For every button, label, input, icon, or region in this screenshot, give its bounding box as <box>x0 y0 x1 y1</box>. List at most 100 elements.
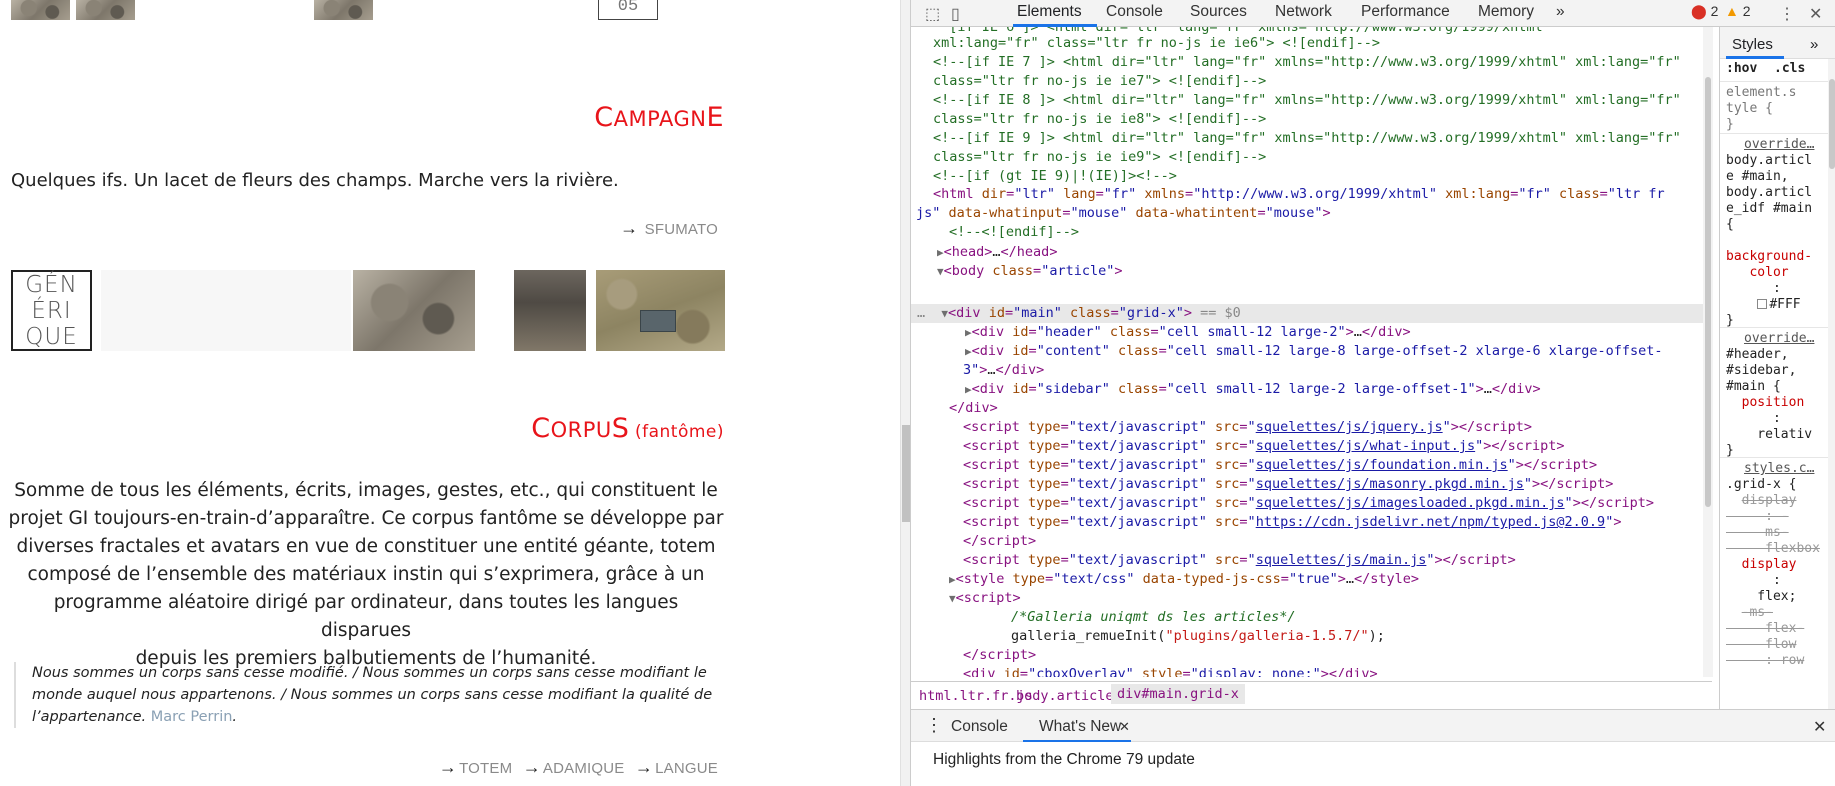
close-icon[interactable]: ✕ <box>1119 719 1130 735</box>
color-swatch[interactable] <box>1757 299 1768 309</box>
dom-line[interactable]: <!--[if IE 9 ]> <html dir="ltr" lang="fr… <box>933 129 1681 148</box>
dom-line[interactable]: js" data-whatinput="mouse" data-whatinte… <box>916 204 1331 223</box>
tab-styles[interactable]: Styles <box>1732 36 1773 53</box>
more-tabs-button[interactable]: » <box>1556 3 1565 21</box>
gallery-thumbnail[interactable] <box>314 0 373 20</box>
cls-toggle[interactable]: .cls <box>1774 61 1805 77</box>
dom-line[interactable]: ▼<body class="article"> <box>937 262 1122 281</box>
gallery-thumbnail[interactable] <box>353 270 475 351</box>
error-icon: ⬤ <box>1691 3 1707 19</box>
breadcrumb-body[interactable]: body.article <box>1016 688 1114 704</box>
arrow-right-icon: → <box>634 757 654 777</box>
dom-line[interactable]: <script type="text/javascript" src="sque… <box>963 437 1565 456</box>
style-rule[interactable]: element.s tyle { } <box>1726 85 1796 133</box>
expand-triangle-icon[interactable]: ▶ <box>965 326 972 339</box>
collapse-triangle-icon[interactable]: ▼ <box>949 592 956 605</box>
dom-line[interactable]: </script> <box>963 532 1036 551</box>
style-rule[interactable]: body.articl e #main, body.articl e_idf #… <box>1726 153 1812 329</box>
dom-line[interactable]: <div id="cboxOverlay" style="display: no… <box>963 665 1378 677</box>
drawer-tab-whats-new[interactable]: What's New <box>1039 718 1121 736</box>
expand-triangle-icon[interactable]: ▶ <box>937 246 944 259</box>
gallery-thumbnail[interactable] <box>11 0 70 20</box>
tab-console[interactable]: Console <box>1106 3 1163 21</box>
dom-line[interactable]: <script type="text/javascript" src="sque… <box>963 475 1613 494</box>
elements-scrollbar-thumb[interactable] <box>1705 77 1711 507</box>
dom-line-selected[interactable]: … ▼<div id="main" class="grid-x"> == $0 <box>917 304 1241 323</box>
link-totem[interactable]: TOTEM <box>459 760 512 777</box>
dom-line[interactable]: ▶<style type="text/css" data-typed-js-cs… <box>949 570 1419 589</box>
dom-line[interactable]: /*Galleria uniqmt ds les articles*/ <box>1011 608 1295 627</box>
expand-triangle-icon[interactable]: ▶ <box>949 573 956 586</box>
dom-line[interactable]: <!--[if IE 7 ]> <html dir="ltr" lang="fr… <box>933 53 1681 72</box>
dom-line[interactable]: <script type="text/javascript" src="sque… <box>963 494 1654 513</box>
whats-new-heading: Highlights from the Chrome 79 update <box>933 751 1195 768</box>
settings-menu-icon[interactable]: ⋮ <box>1779 4 1795 24</box>
style-rule[interactable]: .grid-x { display : - ms- flexbox displa… <box>1726 477 1820 669</box>
dom-breadcrumbs: html.ltr.fr.js body.article div#main.gri… <box>911 681 1712 709</box>
link-adamique[interactable]: ADAMIQUE <box>543 760 625 777</box>
close-icon[interactable]: ✕ <box>1809 4 1822 24</box>
dom-line[interactable]: ▶<div id="sidebar" class="cell small-12 … <box>965 380 1541 399</box>
tab-elements[interactable]: Elements <box>1017 3 1082 21</box>
see-also-links: → SFUMATO <box>620 218 724 239</box>
see-also-links: → TOTEM → ADAMIQUE → LANGUE <box>439 757 724 778</box>
gallery-thumbnail[interactable] <box>596 270 725 351</box>
dom-line[interactable]: </div> <box>949 399 998 418</box>
dom-line[interactable]: <script type="text/javascript" src="http… <box>963 513 1621 532</box>
device-toolbar-icon[interactable]: ▯ <box>951 4 960 24</box>
quote-author-link[interactable]: Marc Perrin <box>151 709 233 725</box>
dom-line[interactable]: 3">…</div> <box>963 361 1044 380</box>
expand-triangle-icon[interactable]: ▶ <box>965 383 972 396</box>
collapse-triangle-icon[interactable]: ▼ <box>937 265 944 278</box>
dom-line[interactable]: class="ltr fr no-js ie ie9"> <![endif]--… <box>933 148 1266 167</box>
dom-line[interactable]: class="ltr fr no-js ie ie8"> <![endif]--… <box>933 110 1266 129</box>
dom-line[interactable]: ▶<div id="header" class="cell small-12 l… <box>965 323 1411 342</box>
gallery-thumbnail[interactable] <box>76 0 135 20</box>
page-scrollbar[interactable] <box>900 0 910 786</box>
drawer-tab-console[interactable]: Console <box>951 718 1008 736</box>
tab-sources[interactable]: Sources <box>1190 3 1247 21</box>
dom-line[interactable]: ▶<div id="content" class="cell small-12 … <box>965 342 1663 361</box>
breadcrumb-main[interactable]: div#main.grid-x <box>1111 684 1245 704</box>
dom-line[interactable]: <!--<![endif]--> <box>949 223 1079 242</box>
dom-line[interactable]: </script> <box>963 646 1036 665</box>
dom-line[interactable]: <html dir="ltr" lang="fr" xmlns="http://… <box>933 185 1665 204</box>
expand-triangle-icon[interactable]: ▶ <box>965 345 972 358</box>
dom-line[interactable]: <!--[if IE 8 ]> <html dir="ltr" lang="fr… <box>933 91 1681 110</box>
style-rule[interactable]: #header, #sidebar, #main { position : re… <box>1726 347 1812 459</box>
error-count[interactable]: ⬤ 2 <box>1691 3 1718 20</box>
tab-performance[interactable]: Performance <box>1361 3 1450 21</box>
close-drawer-icon[interactable]: ✕ <box>1813 717 1826 737</box>
drawer-menu-icon[interactable]: ⋮ <box>925 715 943 736</box>
warning-count[interactable]: ▲ 2 <box>1725 3 1751 19</box>
dom-line[interactable]: <!--[if (gt IE 9)|!(IE)]><!--> <box>933 167 1177 186</box>
stylesheet-link[interactable]: styles.c… <box>1744 461 1814 477</box>
styles-more-button[interactable]: » <box>1810 36 1818 53</box>
dom-line[interactable]: ▶<head>…</head> <box>937 243 1057 262</box>
hov-toggle[interactable]: :hov <box>1726 61 1757 77</box>
elements-tree[interactable]: [if IE 6 ]> <html dir="ltr" lang="fr" xm… <box>911 27 1706 677</box>
link-langue[interactable]: LANGUE <box>655 760 718 777</box>
stylesheet-link[interactable]: override… <box>1744 137 1814 153</box>
page-content: 05 CampagnE Quelques ifs. Un lacet de fl… <box>0 0 900 786</box>
styles-scrollbar-thumb[interactable] <box>1829 79 1835 169</box>
devtools-toolbar: ⬚ ▯ Elements Console Sources Network Per… <box>911 0 1835 27</box>
stylesheet-link[interactable]: override… <box>1744 331 1814 347</box>
dom-line[interactable]: class="ltr fr no-js ie ie7"> <![endif]--… <box>933 72 1266 91</box>
dom-line[interactable]: xml:lang="fr" class="ltr fr no-js ie ie6… <box>933 34 1380 53</box>
tab-network[interactable]: Network <box>1275 3 1332 21</box>
dom-line[interactable]: <script type="text/javascript" src="sque… <box>963 551 1516 570</box>
elements-scrollbar[interactable] <box>1703 27 1713 677</box>
dom-line[interactable]: galleria_remueInit("plugins/galleria-1.5… <box>1011 627 1385 646</box>
dom-line[interactable]: <script type="text/javascript" src="sque… <box>963 418 1532 437</box>
gallery-thumbnail-blank[interactable] <box>101 270 351 351</box>
tab-memory[interactable]: Memory <box>1478 3 1534 21</box>
generique-logo[interactable]: GÉN ÉRI QUE <box>11 270 92 351</box>
page-scrollbar-thumb[interactable] <box>902 425 910 522</box>
styles-scrollbar[interactable] <box>1828 59 1835 709</box>
inspect-element-icon[interactable]: ⬚ <box>925 4 940 24</box>
link-sfumato[interactable]: SFUMATO <box>645 221 718 238</box>
dom-line[interactable]: ▼<script> <box>949 589 1021 608</box>
dom-line[interactable]: <script type="text/javascript" src="sque… <box>963 456 1597 475</box>
gallery-thumbnail[interactable] <box>514 270 586 351</box>
